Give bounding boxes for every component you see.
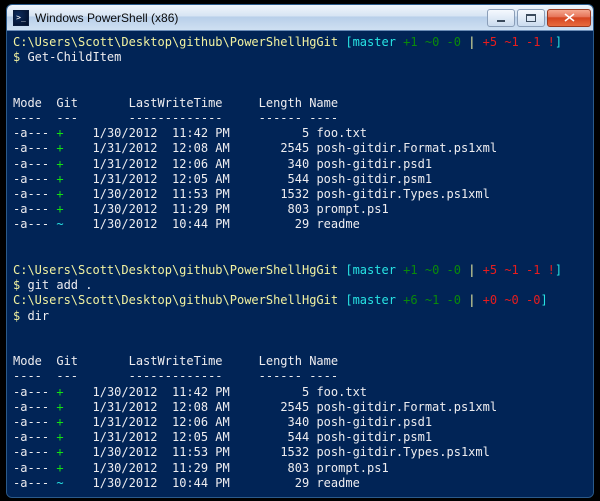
window-controls xyxy=(485,9,591,27)
window-title: Windows PowerShell (x86) xyxy=(35,11,485,25)
close-button[interactable] xyxy=(547,9,591,27)
minimize-button[interactable] xyxy=(487,9,515,27)
powershell-window: >_ Windows PowerShell (x86) C:\Users\Sco… xyxy=(6,4,594,498)
terminal-output[interactable]: C:\Users\Scott\Desktop\github\PowerShell… xyxy=(7,31,593,497)
powershell-icon: >_ xyxy=(13,10,29,26)
titlebar[interactable]: >_ Windows PowerShell (x86) xyxy=(7,5,593,31)
maximize-button[interactable] xyxy=(517,9,545,27)
